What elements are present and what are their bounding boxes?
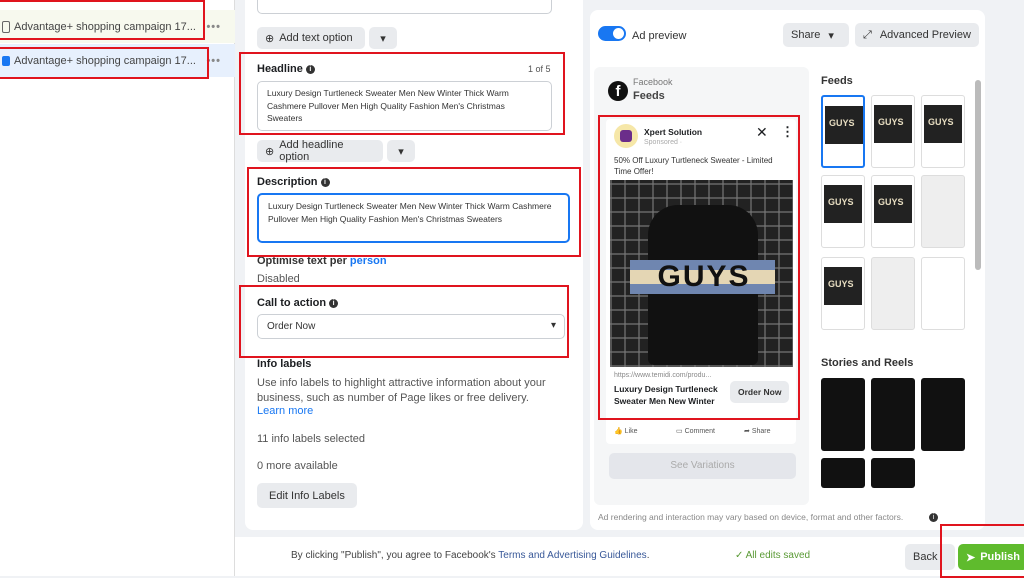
- headline-counter: 1 of 5: [528, 64, 551, 74]
- ad-primary-text: 50% Off Luxury Turtleneck Sweater - Limi…: [614, 156, 773, 176]
- info-labels-title: Info labels: [257, 358, 312, 370]
- plus-circle-icon: ⊕: [265, 145, 275, 158]
- placement-thumb[interactable]: [921, 95, 965, 168]
- story-thumb[interactable]: [921, 378, 965, 451]
- placement-thumb[interactable]: [921, 175, 965, 248]
- placement-thumb[interactable]: [821, 175, 865, 248]
- cta-select[interactable]: Order Now ▾: [257, 314, 565, 339]
- story-thumb[interactable]: [871, 458, 915, 488]
- feeds-title: Feeds: [821, 75, 853, 87]
- feed-preview: f Facebook Feeds Xpert Solution Sponsore…: [594, 67, 809, 505]
- placement-thumb[interactable]: [821, 257, 865, 330]
- add-text-option-button[interactable]: ⊕ Add text option: [257, 27, 365, 49]
- caret-down-icon: ▾: [550, 320, 556, 331]
- info-icon: i: [320, 177, 330, 187]
- sidebar-item-ad[interactable]: Advantage+ shopping campaign 17... •••: [0, 44, 235, 77]
- edit-info-labels-button[interactable]: Edit Info Labels: [257, 483, 357, 508]
- plus-circle-icon: ⊕: [265, 32, 275, 45]
- disclaimer: Ad rendering and interaction may vary ba…: [598, 512, 904, 522]
- ad-editor-panel: ⊕ Add text option ▾ Headline i 1 of 5 Luxu…: [245, 0, 583, 530]
- add-headline-option-button[interactable]: ⊕ Add headline option: [257, 139, 383, 163]
- ad-preview-panel: Ad preview Share ▾ ⤢ Advanced Preview f Fa…: [590, 10, 985, 530]
- see-variations-button[interactable]: See Variations: [609, 453, 796, 479]
- info-labels-description: Use info labels to highlight attractive …: [257, 377, 546, 404]
- story-thumb[interactable]: [821, 458, 865, 488]
- campaign-sidebar: Advantage+ shopping campaign 17... ••• Ad…: [0, 0, 235, 576]
- info-labels-available: 0 more available: [257, 460, 338, 472]
- ad-headline[interactable]: Luxury Design Turtleneck Sweater Men New…: [614, 383, 724, 407]
- terms-link[interactable]: Terms and Advertising Guidelines: [498, 550, 646, 561]
- saved-status: ✓ All edits saved: [735, 550, 811, 561]
- info-labels-selected: 11 info labels selected: [257, 433, 366, 445]
- caret-down-icon: ▾: [828, 29, 834, 42]
- info-icon: i: [305, 64, 315, 74]
- info-icon: i: [929, 513, 938, 522]
- send-icon: ➤: [966, 551, 976, 564]
- story-thumb[interactable]: [871, 378, 915, 451]
- ad-card: Xpert Solution Sponsored · ✕ ⋮ 50% Off L…: [606, 119, 796, 444]
- info-icon: i: [329, 298, 339, 308]
- person-link[interactable]: person: [350, 255, 387, 267]
- sweater-print: GUYS: [657, 260, 751, 293]
- share-post-button[interactable]: ➦ Share: [744, 427, 771, 435]
- publish-agreement: By clicking "Publish", you agree to Face…: [291, 550, 650, 561]
- placement-thumb[interactable]: [871, 175, 915, 248]
- description-input[interactable]: Luxury Design Turtleneck Sweater Men New…: [257, 193, 570, 243]
- comment-button[interactable]: ▭ Comment: [676, 427, 715, 435]
- placement-thumb[interactable]: [921, 257, 965, 330]
- footer-bar: By clicking "Publish", you agree to Face…: [235, 537, 1024, 576]
- order-now-button[interactable]: Order Now: [730, 381, 790, 403]
- text-option-dropdown[interactable]: ▾: [369, 27, 397, 49]
- share-button[interactable]: Share ▾: [783, 23, 849, 47]
- publish-button[interactable]: ➤ Publish: [958, 544, 1024, 570]
- placement-thumb[interactable]: [871, 95, 915, 168]
- optimise-status: Disabled: [257, 273, 300, 285]
- campaign-icon: [2, 20, 10, 33]
- like-button[interactable]: 👍 Like: [614, 427, 638, 435]
- headline-option-dropdown[interactable]: ▾: [387, 140, 415, 162]
- description-label: Description i: [257, 176, 330, 188]
- headline-label: Headline i: [257, 63, 315, 75]
- back-button[interactable]: Back: [905, 544, 955, 570]
- stories-title: Stories and Reels: [821, 357, 914, 369]
- cta-label: Call to action i: [257, 297, 339, 309]
- placement-thumb[interactable]: [821, 95, 865, 168]
- headline-input[interactable]: Luxury Design Turtleneck Sweater Men New…: [257, 81, 552, 131]
- ad-preview-toggle[interactable]: [598, 26, 626, 41]
- page-avatar: [614, 124, 638, 148]
- expand-icon: ⤢: [863, 28, 872, 41]
- learn-more-link[interactable]: Learn more: [257, 405, 313, 417]
- scrollbar[interactable]: [975, 80, 981, 270]
- ad-preview-label: Ad preview: [632, 30, 687, 42]
- more-options-icon[interactable]: •••: [206, 55, 221, 67]
- check-icon: ✓: [735, 550, 744, 561]
- facebook-logo-icon: f: [608, 81, 628, 101]
- ad-image[interactable]: GUYS: [610, 180, 793, 367]
- page-name[interactable]: Xpert Solution: [644, 127, 702, 137]
- optimise-text-label: Optimise text per person: [257, 255, 387, 267]
- more-options-icon[interactable]: •••: [206, 21, 221, 33]
- placement-thumb[interactable]: [871, 257, 915, 330]
- close-icon[interactable]: ✕: [756, 124, 768, 141]
- sidebar-item-campaign[interactable]: Advantage+ shopping campaign 17... •••: [0, 10, 235, 43]
- more-vertical-icon[interactable]: ⋮: [781, 124, 794, 140]
- primary-text-field-bottom[interactable]: [257, 0, 552, 14]
- ad-icon: [2, 55, 10, 66]
- advanced-preview-button[interactable]: ⤢ Advanced Preview: [855, 23, 979, 47]
- story-thumb[interactable]: [821, 378, 865, 451]
